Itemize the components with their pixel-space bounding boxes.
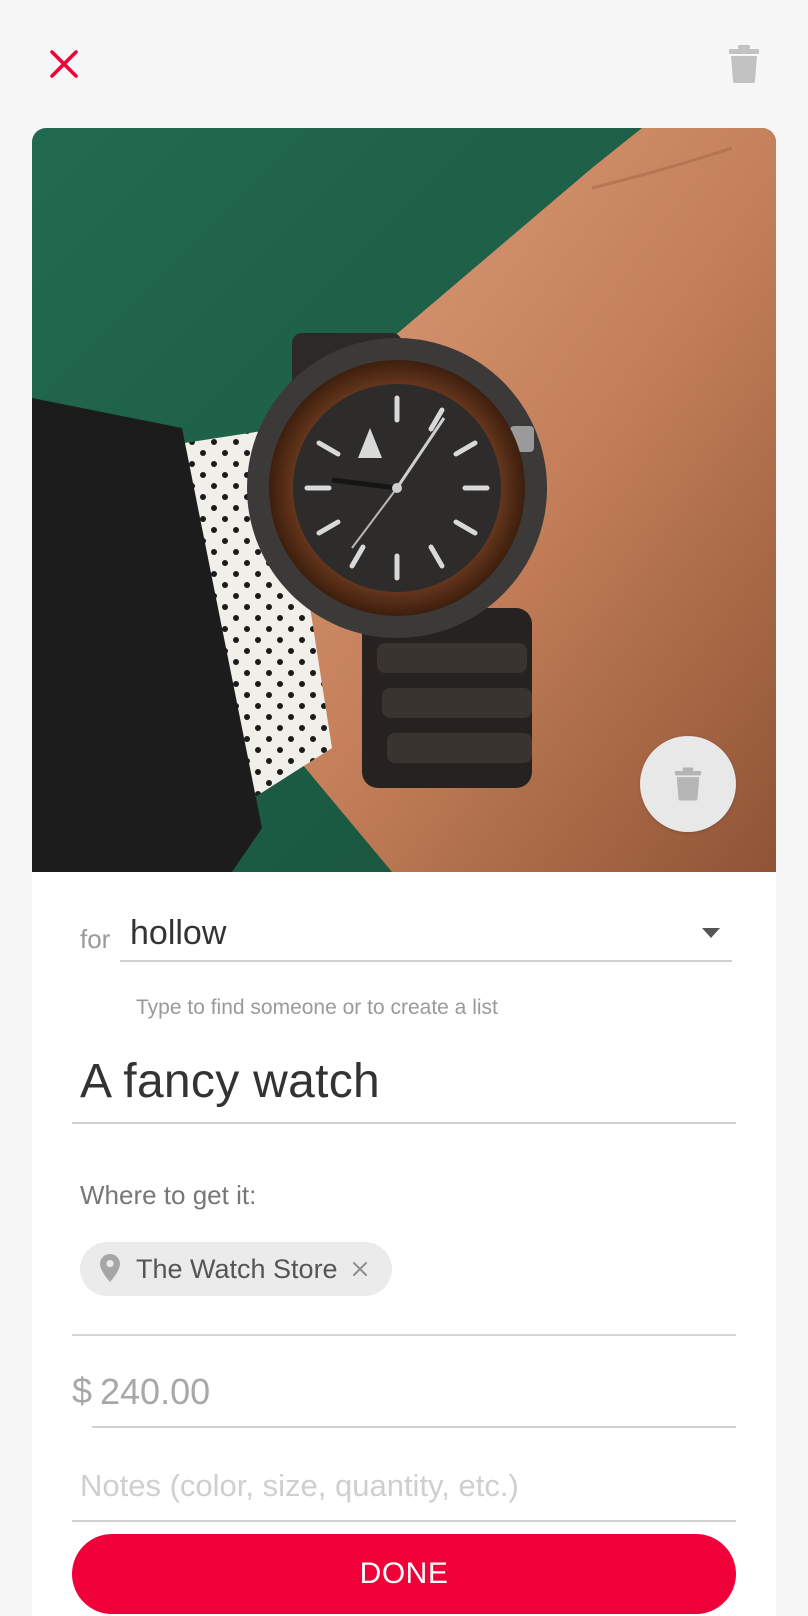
pin-icon <box>100 1254 120 1287</box>
close-icon <box>353 1262 367 1276</box>
top-bar <box>0 0 808 128</box>
close-button[interactable] <box>40 40 88 88</box>
remove-store-button[interactable] <box>346 1255 374 1283</box>
remove-photo-button[interactable] <box>640 736 736 832</box>
currency-symbol: $ <box>72 1370 93 1411</box>
price-row: $ 240.00 <box>72 1360 736 1432</box>
recipient-prefix: for <box>80 924 111 954</box>
recipient-helper-text: Type to find someone or to create a list <box>136 996 498 1019</box>
chevron-down-icon[interactable] <box>702 928 720 938</box>
divider <box>72 1334 736 1336</box>
store-chip[interactable]: The Watch Store <box>80 1242 392 1296</box>
trash-icon <box>729 45 759 83</box>
recipient-select[interactable]: hollow <box>120 910 732 962</box>
price-value: 240.00 <box>100 1371 211 1412</box>
store-name: The Watch Store <box>136 1254 338 1284</box>
delete-item-button[interactable] <box>720 40 768 88</box>
item-title-value: A fancy watch <box>80 1055 381 1108</box>
item-photo[interactable] <box>32 128 776 872</box>
recipient-row: for hollow <box>80 910 740 962</box>
price-input[interactable]: 240.00 <box>92 1360 736 1428</box>
notes-placeholder: Notes (color, size, quantity, etc.) <box>80 1468 519 1503</box>
item-title-input[interactable]: A fancy watch <box>72 1042 736 1124</box>
done-button[interactable]: DONE <box>72 1534 736 1614</box>
recipient-value: hollow <box>130 914 227 952</box>
notes-input[interactable]: Notes (color, size, quantity, etc.) <box>72 1454 736 1522</box>
where-label: Where to get it: <box>80 1180 257 1210</box>
item-card: for hollow Type to find someone or to cr… <box>32 128 776 1616</box>
trash-icon <box>675 767 701 801</box>
close-icon <box>50 50 78 78</box>
